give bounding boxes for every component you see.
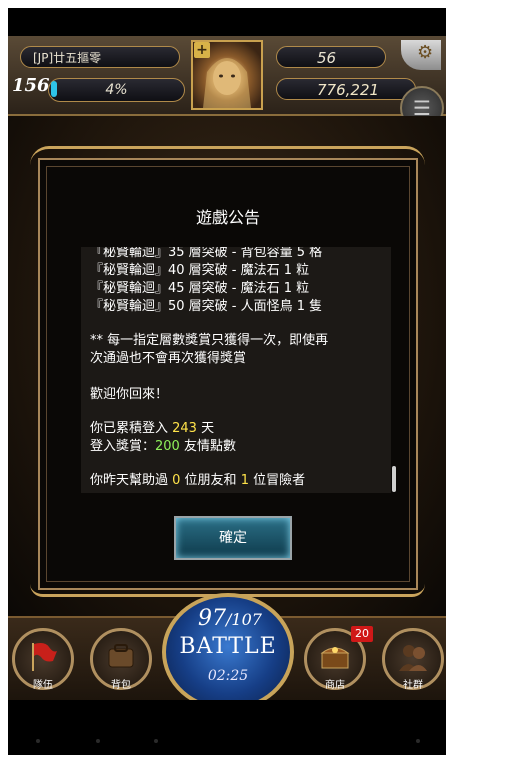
confirm-button[interactable]: 確定 xyxy=(174,516,292,560)
settings-button[interactable]: ⚙ xyxy=(401,40,441,70)
shop-notification-badge: 20 xyxy=(351,626,373,642)
announcement-content[interactable]: 『秘賢輪迴』35 層突破 - 背包容量 5 格 『秘賢輪迴』40 層突破 - 魔… xyxy=(81,247,391,493)
social-button[interactable]: 社群 xyxy=(382,628,444,691)
stamina-timer: 02:25 xyxy=(207,668,249,684)
welcome-text: 歡迎你回來！ xyxy=(90,387,169,402)
people-icon xyxy=(399,645,427,671)
exp-bar-fill xyxy=(51,81,57,97)
bag-icon xyxy=(108,644,134,668)
shop-label: 商店 xyxy=(325,680,345,691)
reward-line: 『秘賢輪迴』50 層突破 - 人面怪鳥 1 隻 xyxy=(90,299,323,314)
treasure-chest-icon xyxy=(320,647,350,669)
coin-count: 776,221 xyxy=(276,78,416,100)
battle-label: BATTLE xyxy=(179,634,277,659)
social-label: 社群 xyxy=(403,680,423,691)
magic-stone-count[interactable]: 56 xyxy=(276,46,386,68)
nav-dot xyxy=(416,739,420,743)
add-icon[interactable]: + xyxy=(194,42,210,58)
notice-line: 次通過也不會再次獲得獎賞 xyxy=(90,351,247,366)
login-days: 243 xyxy=(172,421,197,436)
login-reward-text: 登入獎賞：200 友情點數 xyxy=(90,439,236,454)
dialog-title: 遊戲公告 xyxy=(195,208,260,227)
player-level: 156 xyxy=(12,75,50,96)
stamina-count: 97/107 xyxy=(198,606,262,631)
system-nav-bar xyxy=(8,700,446,755)
gear-icon: ⚙ xyxy=(417,42,434,63)
nav-dot xyxy=(154,739,158,743)
nav-dot xyxy=(96,739,100,743)
help-adventurers: 1 xyxy=(240,473,249,488)
bag-label: 背包 xyxy=(111,680,131,691)
reward-line: 『秘賢輪迴』40 層突破 - 魔法石 1 粒 xyxy=(90,263,310,278)
top-status-bar: [JP]廿五摳零 156 4% + 56 776,221 ⚙ xyxy=(8,36,446,116)
exp-bar: 4% xyxy=(48,78,185,102)
bag-button[interactable]: 背包 xyxy=(90,628,152,691)
content-scrollbar[interactable] xyxy=(392,466,396,492)
team-label: 隊伍 xyxy=(33,680,53,691)
flag-icon xyxy=(32,643,57,671)
nav-dot xyxy=(36,739,40,743)
phone-screen: [JP]廿五摳零 156 4% + 56 776,221 ⚙ ☰ 遊戲公告 『秘 xyxy=(8,8,446,755)
exp-percent: 4% xyxy=(105,82,128,98)
login-days-text: 你已累積登入 243 天 xyxy=(90,421,215,436)
notice-line: ** 每一指定層數獎賞只獲得一次，即使再 xyxy=(90,333,329,348)
reward-line: 『秘賢輪迴』45 層突破 - 魔法石 1 粒 xyxy=(90,281,310,296)
help-summary-text: 你昨天幫助過 0 位朋友和 1 位冒險者 xyxy=(90,473,306,488)
reward-amount: 200 xyxy=(155,439,180,454)
team-button[interactable]: 隊伍 xyxy=(12,628,74,691)
dialog-top-ornament xyxy=(30,146,425,165)
player-name[interactable]: [JP]廿五摳零 xyxy=(20,46,180,68)
